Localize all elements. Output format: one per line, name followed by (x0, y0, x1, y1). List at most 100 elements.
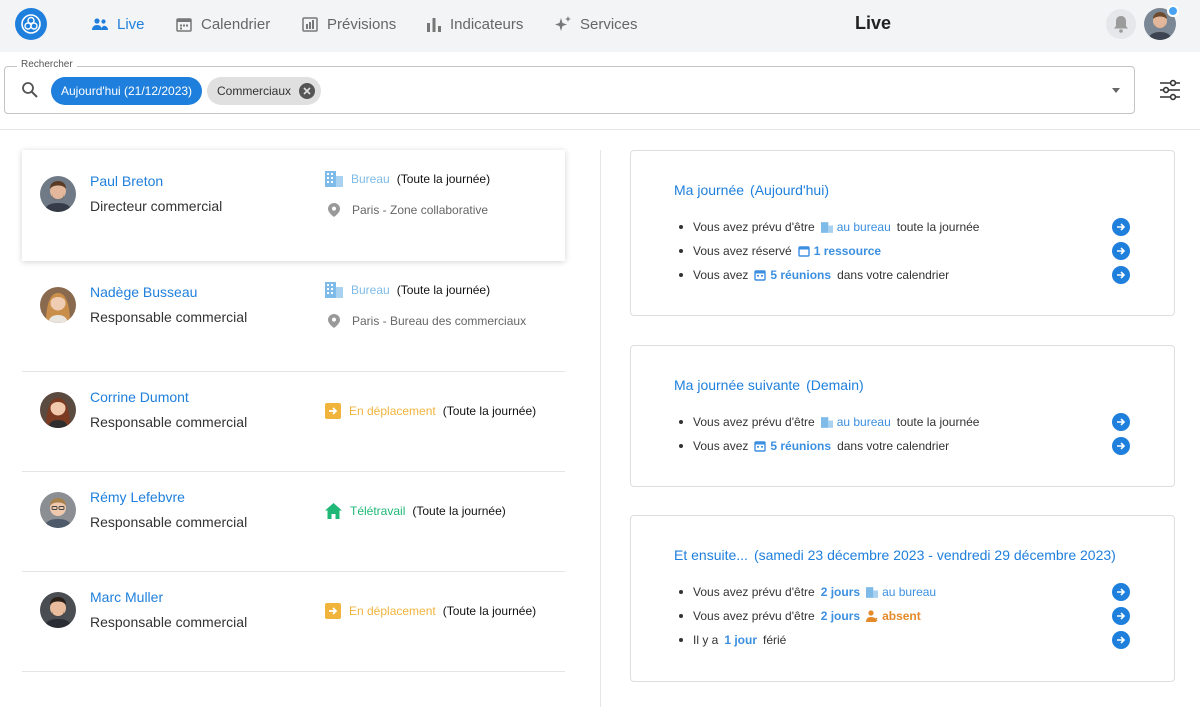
line-text: toute la journée (896, 415, 980, 429)
card-title: Et ensuite... (samedi 23 décembre 2023 - … (674, 547, 1116, 563)
top-bar: Live Calendrier Prévisions Indicateurs S… (0, 0, 1200, 52)
notifications-button[interactable] (1106, 9, 1136, 39)
line-highlight: 5 réunions (770, 439, 832, 453)
go-button[interactable] (1112, 437, 1130, 455)
home-icon (325, 503, 342, 519)
line-text: férié (763, 633, 787, 647)
person-photo (40, 592, 76, 628)
line-text: Vous avez (693, 439, 749, 453)
arrow-right-icon (1117, 442, 1126, 450)
line-count: 2 jours (820, 585, 861, 599)
calendar-icon (176, 17, 192, 32)
nav-indicators-label: Indicateurs (450, 15, 524, 33)
location-label: Paris - Zone collaborative (352, 203, 489, 217)
person-row[interactable]: Rémy Lefebvre Responsable commercial Tél… (22, 472, 565, 572)
person-row[interactable]: Corrine Dumont Responsable commercial En… (22, 372, 565, 472)
go-button[interactable] (1112, 266, 1130, 284)
summary-line: Vous avez réservé 1 ressource (679, 244, 887, 258)
chevron-down-icon[interactable] (1112, 88, 1120, 93)
nav-calendar[interactable]: Calendrier (176, 0, 270, 48)
person-row[interactable]: Paul Breton Directeur commercial Bureau … (22, 150, 565, 261)
status-duration: (Toute la journée) (396, 283, 491, 297)
go-button[interactable] (1112, 218, 1130, 236)
arrow-right-icon (1117, 271, 1126, 279)
person-name[interactable]: Marc Muller (90, 589, 163, 605)
forecast-icon (302, 16, 318, 32)
card-title-main: Et ensuite... (674, 547, 748, 563)
search-icon (22, 82, 38, 98)
line-highlight: au bureau (836, 415, 891, 429)
go-button[interactable] (1112, 583, 1130, 601)
upcoming-card: Et ensuite... (samedi 23 décembre 2023 - … (630, 515, 1175, 682)
status-label: Bureau (351, 283, 390, 297)
line-highlight: 1 ressource (813, 244, 882, 258)
line-text: dans votre calendrier (837, 268, 950, 282)
line-text: toute la journée (896, 220, 980, 234)
person-photo (40, 392, 76, 428)
nav-live[interactable]: Live (92, 0, 145, 48)
summary-line: Vous avez prévu d'être 2 jours au bureau (679, 585, 936, 599)
avatar (40, 592, 76, 628)
status-label: Télétravail (350, 504, 406, 518)
status-duration: (Toute la journée) (442, 604, 537, 618)
presence-status: Bureau (Toute la journée) (325, 170, 490, 188)
nav-indicators[interactable]: Indicateurs (427, 0, 523, 48)
date-filter-chip[interactable]: Aujourd'hui (21/12/2023) (51, 77, 203, 105)
person-name[interactable]: Nadège Busseau (90, 284, 197, 300)
location-pin-icon (328, 314, 340, 328)
person-name[interactable]: Corrine Dumont (90, 389, 189, 405)
line-text: Vous avez prévu d'être (693, 220, 815, 234)
nav-services[interactable]: Services (555, 0, 638, 48)
person-photo (40, 492, 76, 528)
building-icon (820, 416, 833, 428)
building-icon (866, 586, 879, 598)
card-title-sub: (Demain) (806, 377, 864, 393)
arrow-right-icon (1117, 223, 1126, 231)
line-count: 2 jours (820, 609, 861, 623)
person-row[interactable]: Marc Muller Responsable commercial En dé… (22, 572, 565, 672)
line-text: dans votre calendrier (837, 439, 950, 453)
line-text: Vous avez prévu d'être (693, 585, 815, 599)
status-duration: (Toute la journée) (396, 172, 491, 186)
person-photo (40, 287, 76, 323)
summary-line: Vous avez 5 réunions dans votre calendri… (679, 268, 949, 282)
filter-settings-button[interactable] (1158, 78, 1182, 102)
go-button[interactable] (1112, 607, 1130, 625)
group-filter-chip[interactable]: Commerciaux (207, 77, 322, 105)
presence-status: Télétravail (Toute la journée) (325, 502, 506, 520)
summary-line: Vous avez prévu d'être au bureau toute l… (679, 415, 979, 429)
travel-icon (325, 603, 341, 619)
group-filter-label: Commerciaux (217, 84, 292, 98)
bullet (679, 638, 683, 642)
search-field[interactable]: Rechercher Aujourd'hui (21/12/2023) Comm… (4, 59, 1135, 114)
building-icon (820, 221, 833, 233)
column-divider (600, 150, 601, 707)
go-button[interactable] (1112, 631, 1130, 649)
app-logo[interactable] (15, 8, 47, 40)
tomorrow-card: Ma journée suivante (Demain) Vous avez pr… (630, 345, 1175, 487)
remove-chip-button[interactable] (299, 83, 316, 99)
location: Paris - Bureau des commerciaux (328, 314, 526, 328)
line-count: 1 jour (724, 633, 758, 647)
avatar (40, 492, 76, 528)
people-icon (92, 18, 108, 30)
summary-line: Vous avez prévu d'être au bureau toute l… (679, 220, 979, 234)
bullet (679, 249, 683, 253)
line-text: Vous avez prévu d'être (693, 609, 815, 623)
calendar-icon (798, 246, 810, 257)
arrow-right-icon (1117, 418, 1126, 426)
absent-person-icon (866, 610, 878, 622)
nav-forecast[interactable]: Prévisions (302, 0, 396, 48)
go-button[interactable] (1112, 242, 1130, 260)
go-button[interactable] (1112, 413, 1130, 431)
person-row[interactable]: Nadège Busseau Responsable commercial Bu… (22, 261, 565, 372)
header-divider (0, 129, 1200, 130)
nav-services-label: Services (580, 15, 638, 33)
bullet (679, 590, 683, 594)
building-icon (325, 282, 343, 298)
person-photo (40, 176, 76, 212)
line-text: Il y a (693, 633, 719, 647)
person-name[interactable]: Rémy Lefebvre (90, 489, 185, 505)
card-title-sub: (samedi 23 décembre 2023 - vendredi 29 d… (753, 547, 1116, 563)
person-name[interactable]: Paul Breton (90, 173, 163, 189)
